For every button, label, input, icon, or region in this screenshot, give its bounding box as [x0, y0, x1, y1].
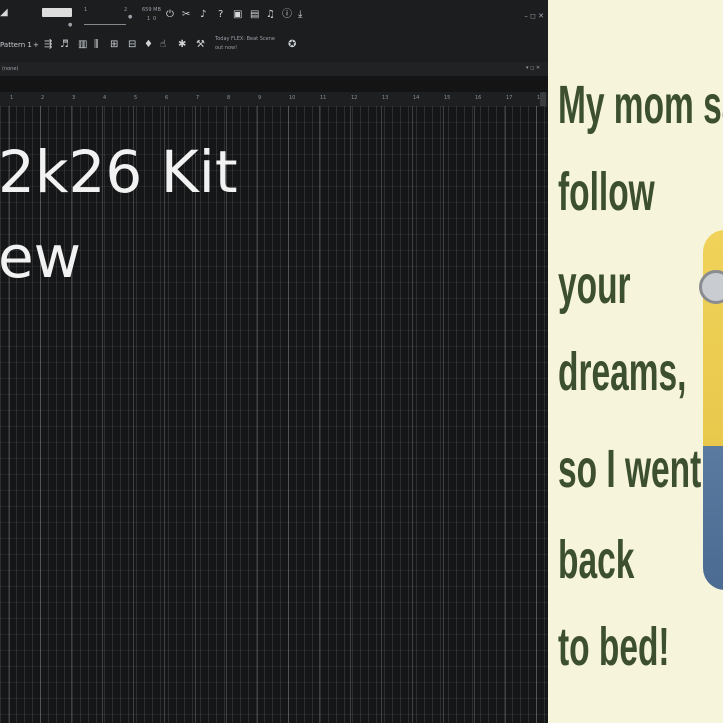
- video-title-line1: 2k26 Kit: [0, 138, 238, 206]
- playlist-icon[interactable]: ⇶: [44, 40, 52, 50]
- meme-line-3: your: [558, 255, 631, 315]
- grid-bar-line: [412, 106, 413, 723]
- touch-icon[interactable]: ☝: [160, 40, 166, 50]
- piano-roll-icon[interactable]: ♬: [60, 40, 69, 50]
- ruler-bar-number: 1: [10, 95, 14, 101]
- meme-line-1: My mom sa: [558, 75, 723, 135]
- ruler-bar-number: 15: [444, 95, 451, 101]
- news-line1[interactable]: Today FLEX: Beat Scene: [215, 37, 275, 42]
- ruler-bar-number: 4: [103, 95, 107, 101]
- pitch-number: 2: [124, 7, 128, 13]
- meme-line-4: dreams,: [558, 342, 687, 402]
- grid-bar-line: [257, 106, 258, 723]
- master-volume-slider[interactable]: [42, 8, 72, 17]
- info-icon[interactable]: ⓘ: [282, 10, 292, 20]
- meme-line-7: to bed!: [558, 617, 670, 677]
- ruler-bar-number: 6: [165, 95, 169, 101]
- grid-bar-line: [505, 106, 506, 723]
- ruler-bar-number: 3: [72, 95, 76, 101]
- grid-bar-line: [443, 106, 444, 723]
- mic-icon[interactable]: ♫: [266, 10, 275, 20]
- ruler-bar-number: 2: [41, 95, 45, 101]
- ruler-bar-number: 7: [196, 95, 200, 101]
- power-icon[interactable]: ⏻: [166, 10, 174, 20]
- pin-icon[interactable]: ✱: [178, 40, 186, 50]
- logo-triangle-icon[interactable]: ◢: [0, 8, 8, 18]
- ruler-bar-number: 13: [382, 95, 389, 101]
- ruler-bar-number: 9: [258, 95, 262, 101]
- daw-window: ◢ ● 1 2 ● 659 MB 1 0 ⏻ ✂ ♪ ? ▣ ▤ ♫ ⓘ ⤓ –…: [0, 0, 548, 723]
- mixer-icon[interactable]: ▤: [250, 10, 259, 20]
- grid-bar-line: [536, 106, 537, 723]
- channel-rack-icon[interactable]: ▥: [78, 40, 87, 50]
- tempo-number: 1: [84, 7, 88, 13]
- main-toolbar: ◢ ● 1 2 ● 659 MB 1 0 ⏻ ✂ ♪ ? ▣ ▤ ♫ ⓘ ⤓ –…: [0, 0, 548, 63]
- ruler-bar-number: 10: [289, 95, 296, 101]
- settings-icon[interactable]: ✪: [288, 40, 296, 50]
- news-line2[interactable]: out now!: [215, 46, 237, 51]
- grid-bar-line: [319, 106, 320, 723]
- grid-bar-line: [474, 106, 475, 723]
- minion-image: [699, 230, 723, 590]
- wrench-icon[interactable]: ♦: [144, 40, 153, 50]
- grid-bar-line: [288, 106, 289, 723]
- help-icon[interactable]: ?: [218, 10, 223, 20]
- microphone-icon[interactable]: ♪: [200, 10, 206, 20]
- ruler-bar-number: 11: [320, 95, 327, 101]
- tools-icon[interactable]: ⚒: [196, 40, 205, 50]
- grid-bar-line: [381, 106, 382, 723]
- ruler-bar-number: 16: [475, 95, 482, 101]
- meme-line-5: so I went: [558, 439, 702, 499]
- browser-icon[interactable]: ⊞: [110, 40, 118, 50]
- ruler-bar-number: 5: [134, 95, 138, 101]
- download-icon[interactable]: ⤓: [298, 10, 302, 20]
- window-controls[interactable]: – ◻ ✕: [524, 12, 544, 20]
- pattern-selector[interactable]: Pattern 1: [0, 42, 32, 49]
- tempo-slider-line[interactable]: [84, 24, 126, 25]
- ruler-bar-number: 12: [351, 95, 358, 101]
- video-title-line2: ew: [0, 223, 82, 291]
- cpu-readout: 1: [147, 16, 151, 22]
- dot-icon: ●: [68, 22, 73, 28]
- ruler-bar-number: 14: [413, 95, 420, 101]
- plugin-icon[interactable]: ⊟: [128, 40, 136, 50]
- mixer-view-icon[interactable]: ⫼: [94, 40, 99, 50]
- add-pattern-icon[interactable]: +: [33, 42, 39, 49]
- ruler-bar-number: 8: [227, 95, 231, 101]
- dot-small-icon: ●: [128, 14, 133, 20]
- grid-bar-line: [350, 106, 351, 723]
- track-selector[interactable]: (none): [2, 67, 18, 72]
- memory-readout: 659 MB: [142, 7, 161, 13]
- ruler-bar-number: 17: [506, 95, 513, 101]
- poly-readout: 0: [153, 16, 157, 22]
- save-icon[interactable]: ▣: [233, 10, 242, 20]
- timeline-ruler[interactable]: 1234567891011121314151617181920: [0, 92, 548, 107]
- scissors-icon[interactable]: ✂: [182, 10, 190, 20]
- playlist-header: (none) ▾ ◻ ✕: [0, 62, 548, 76]
- meme-line-6: back: [558, 530, 635, 590]
- meme-line-2: follow: [558, 162, 655, 222]
- playlist-window-controls[interactable]: ▾ ◻ ✕: [526, 66, 540, 71]
